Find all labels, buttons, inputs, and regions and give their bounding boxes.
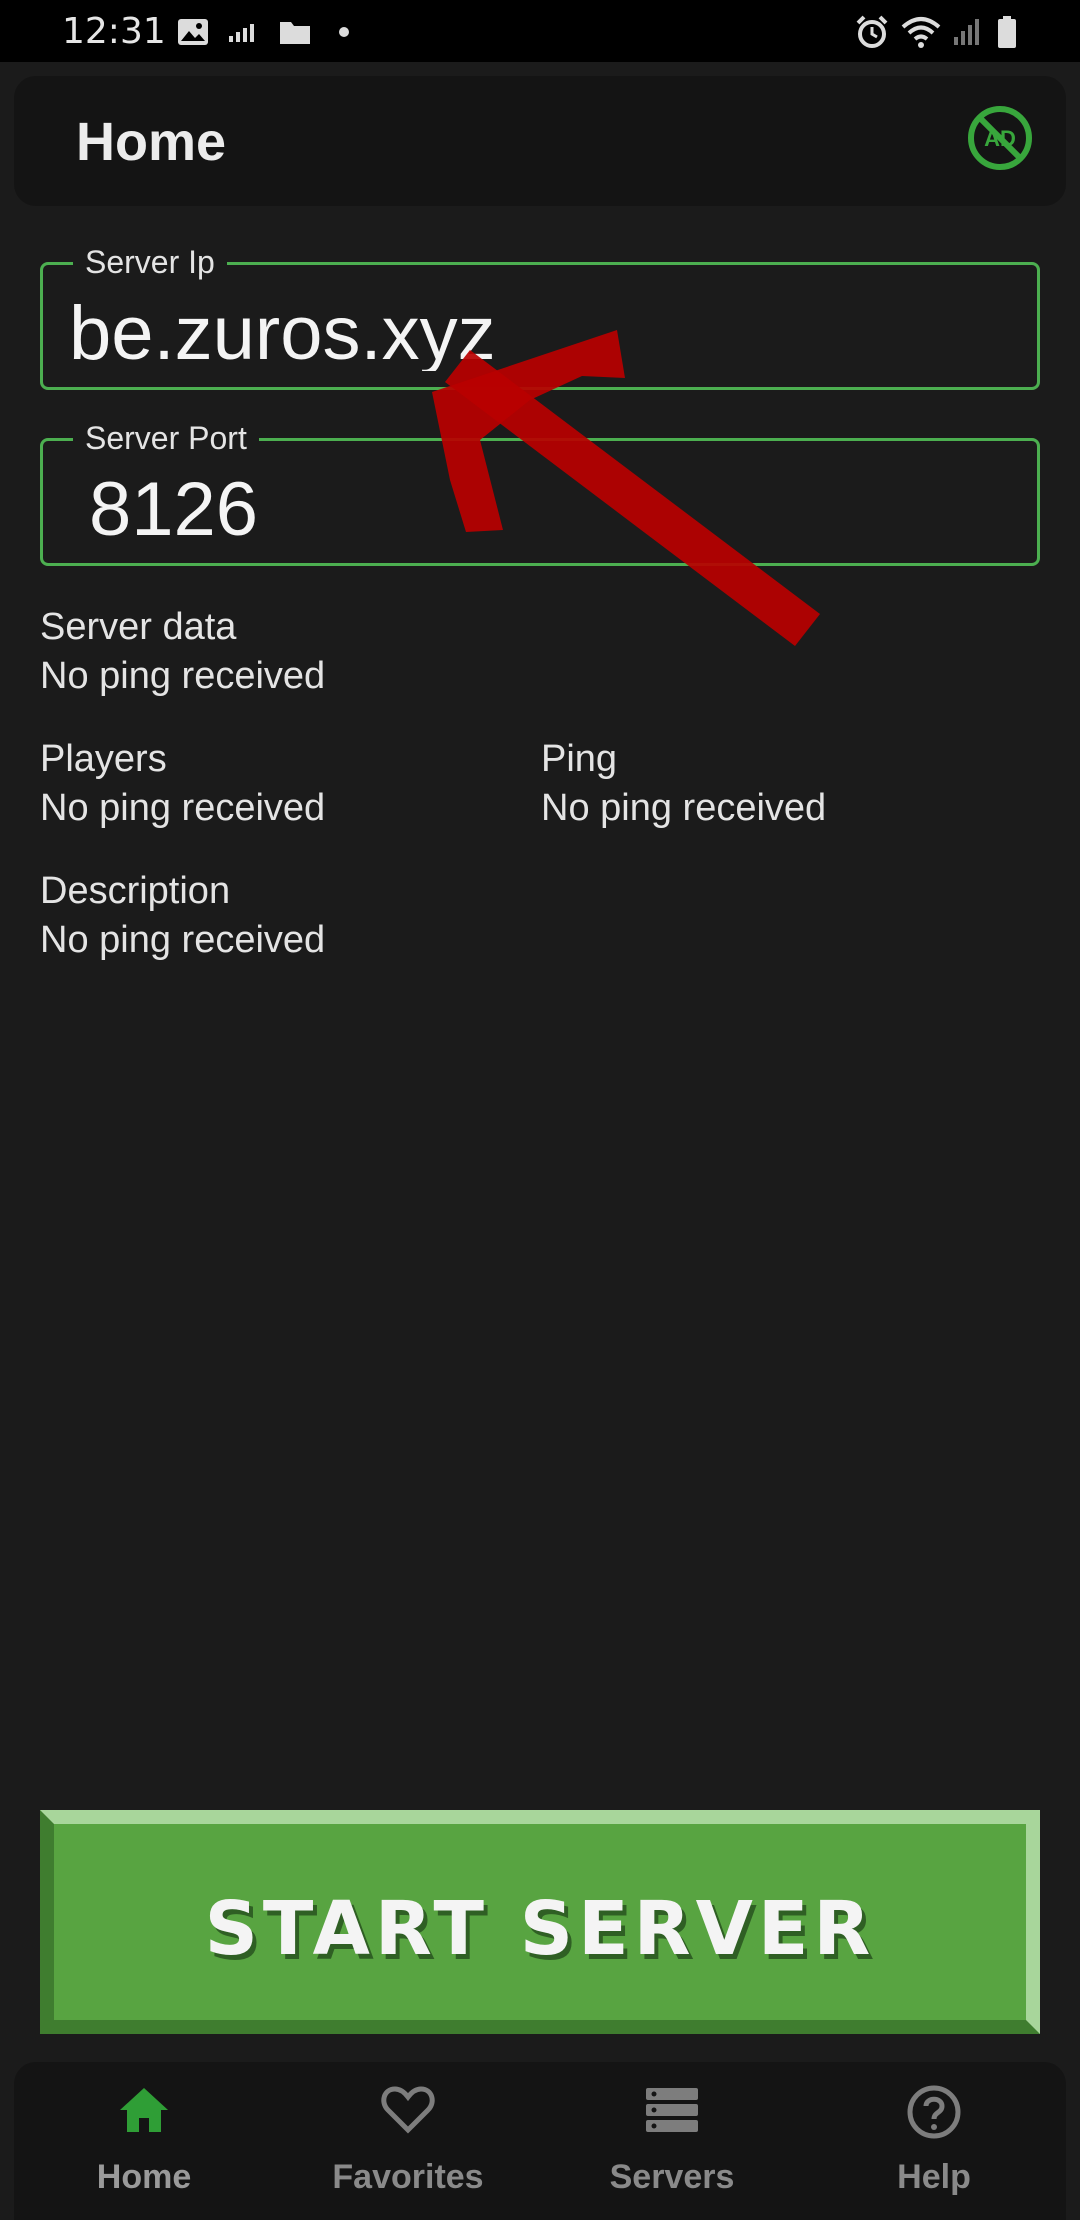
server-ip-label: Server Ip (73, 243, 227, 281)
battery-icon (996, 14, 1018, 50)
nav-label-home: Home (96, 2158, 192, 2196)
server-ip-input[interactable] (69, 295, 1009, 371)
alarm-icon (854, 14, 890, 50)
description-value: No ping received (40, 919, 326, 961)
image-icon (176, 14, 210, 50)
servers-icon (646, 2088, 698, 2132)
notification-dot-icon (338, 14, 350, 50)
server-data-label: Server data (40, 606, 237, 648)
signal-bars-icon (228, 14, 258, 50)
nav-label-favorites: Favorites (332, 2158, 484, 2196)
start-server-label: START SERVER (204, 1886, 876, 1972)
nav-label-help: Help (897, 2158, 971, 2196)
description-label: Description (40, 870, 231, 912)
status-time: 12:31 (62, 11, 166, 52)
players-label: Players (40, 738, 167, 780)
server-data-value: No ping received (40, 655, 326, 697)
nav-item-servers[interactable]: Servers (572, 2062, 772, 2220)
server-ip-field[interactable]: Server Ip (40, 243, 1040, 390)
ping-value: No ping received (541, 787, 827, 829)
help-icon (907, 2085, 961, 2139)
cell-signal-icon (952, 14, 982, 50)
wifi-icon (900, 14, 942, 50)
server-port-field[interactable]: Server Port (40, 419, 1040, 566)
home-icon (120, 2088, 168, 2132)
app-bar: Home AD (14, 76, 1066, 206)
server-port-label: Server Port (73, 419, 259, 457)
players-value: No ping received (40, 787, 326, 829)
server-port-input[interactable] (89, 471, 1029, 547)
heart-icon (381, 2086, 435, 2134)
nav-label-servers: Servers (609, 2158, 735, 2196)
nav-item-help[interactable]: Help (834, 2062, 1034, 2220)
status-bar: 12:31 (0, 0, 1080, 62)
nav-item-home[interactable]: Home (44, 2062, 244, 2220)
ping-label: Ping (541, 738, 618, 780)
no-ads-icon: AD (968, 106, 1032, 170)
nav-item-favorites[interactable]: Favorites (308, 2062, 508, 2220)
start-server-button[interactable]: START SERVER (40, 1810, 1040, 2034)
remove-ads-button[interactable]: AD (960, 98, 1040, 178)
page-title: Home (76, 112, 227, 172)
folder-icon (278, 14, 312, 50)
ad-icon-text: AD (984, 126, 1016, 151)
bottom-navigation: Home Favorites Servers Help (14, 2062, 1066, 2220)
